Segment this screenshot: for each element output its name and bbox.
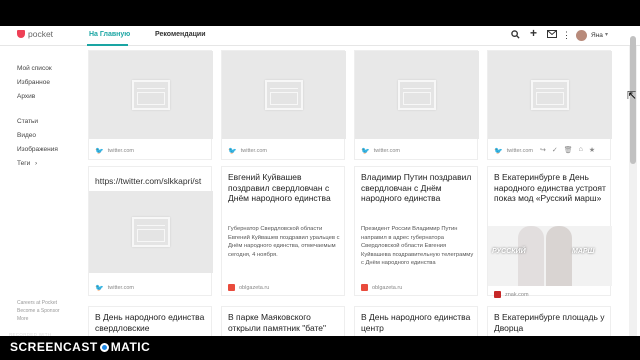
tab-home[interactable]: На Главную: [89, 31, 130, 38]
item-source: 🐦 twitter.com: [494, 148, 534, 155]
poster-figure: [546, 226, 572, 286]
image-placeholder-icon: [398, 80, 436, 110]
chevron-right-icon: ›: [35, 160, 38, 167]
item-source: 🐦 twitter.com: [95, 285, 135, 292]
sidebar: Мой список Избранное Архив Статьи Видео …: [17, 62, 77, 171]
footer-link-careers[interactable]: Careers at Pocket: [17, 299, 60, 307]
sidebar-item-tags[interactable]: Теги ›: [17, 157, 77, 171]
sidebar-item-favorites[interactable]: Избранное: [17, 76, 77, 90]
sidebar-item-videos[interactable]: Видео: [17, 129, 77, 143]
sidebar-item-images[interactable]: Изображения: [17, 143, 77, 157]
tag-icon[interactable]: ⌂: [579, 146, 583, 154]
item-excerpt: Губернатор Свердловской области Евгений …: [228, 226, 340, 258]
item-title: В парке Маяковского открыли памятник "ба…: [228, 312, 327, 333]
item-title: В Екатеринбурге площадь у Дворца: [494, 312, 605, 333]
item-title: https://twitter.com/slkkapri/st: [95, 176, 202, 186]
list-item[interactable]: В парке Маяковского открыли памятник "ба…: [221, 306, 345, 336]
item-title: В Екатеринбурге в День народного единств…: [494, 172, 606, 203]
list-item[interactable]: 🐦 twitter.com ↪ ✓ 🗑 ⌂ ★: [487, 50, 612, 160]
favorite-star-icon[interactable]: ★: [589, 146, 595, 154]
twitter-icon: 🐦: [228, 148, 237, 155]
list-item[interactable]: 🐦 twitter.com: [88, 50, 213, 160]
more-dots-icon[interactable]: ⋮: [562, 30, 571, 40]
twitter-icon: 🐦: [95, 285, 104, 292]
list-item[interactable]: Владимир Путин поздравил свердловчан с Д…: [354, 166, 478, 296]
item-title: Евгений Куйвашев поздравил свердловчан с…: [228, 172, 331, 203]
pocket-app: pocket На Главную Рекомендации + ⋮ Яна ▾…: [0, 26, 640, 336]
thumbnail-placeholder: [488, 51, 612, 139]
inbox-icon[interactable]: [547, 30, 557, 40]
image-placeholder-icon: [132, 217, 170, 247]
pocket-logo[interactable]: pocket: [17, 29, 53, 39]
chevron-down-icon[interactable]: ▾: [605, 31, 608, 38]
image-placeholder-icon: [265, 80, 303, 110]
search-icon[interactable]: [511, 30, 520, 41]
top-bar: pocket На Главную Рекомендации + ⋮ Яна ▾: [0, 26, 640, 46]
sidebar-item-my-list[interactable]: Мой список: [17, 62, 77, 76]
active-tab-indicator: [87, 44, 128, 46]
footer-link-more[interactable]: More: [17, 315, 60, 323]
logo-text: pocket: [28, 29, 54, 39]
item-source: 🐦 twitter.com: [361, 148, 401, 155]
tab-recommendations[interactable]: Рекомендации: [155, 31, 206, 38]
delete-icon[interactable]: 🗑: [564, 146, 573, 154]
list-item[interactable]: https://twitter.com/slkkapri/st 🐦 twitter…: [88, 166, 213, 296]
list-item[interactable]: В Екатеринбурге в День народного единств…: [487, 166, 612, 298]
item-source: 🐦 twitter.com: [95, 148, 135, 155]
item-source: znak.com: [494, 291, 529, 298]
footer-link-sponsor[interactable]: Become a Sponsor: [17, 307, 60, 315]
archive-check-icon[interactable]: ✓: [552, 146, 558, 154]
item-actions: ↪ ✓ 🗑 ⌂ ★: [540, 146, 595, 154]
image-placeholder-icon: [531, 80, 569, 110]
screen: pocket На Главную Рекомендации + ⋮ Яна ▾…: [0, 0, 640, 360]
list-item[interactable]: В День народного единства свердловские: [88, 306, 212, 336]
twitter-icon: 🐦: [95, 148, 104, 155]
source-favicon-icon: [228, 284, 235, 291]
sidebar-item-label: Теги: [17, 160, 31, 167]
source-favicon-icon: [361, 284, 368, 291]
username[interactable]: Яна: [591, 32, 603, 39]
item-source: oblgazeta.ru: [228, 284, 269, 291]
list-item[interactable]: Евгений Куйвашев поздравил свердловчан с…: [221, 166, 345, 296]
pocket-logo-icon: [17, 30, 25, 38]
twitter-icon: 🐦: [494, 148, 503, 155]
screencast-matic-watermark: SCREENCAST MATIC: [10, 340, 151, 354]
item-title: В День народного единства свердловские: [95, 312, 205, 333]
mouse-cursor-icon: ⇱: [627, 90, 637, 102]
watermark-recorded-with: RECORDED WITH: [9, 332, 52, 337]
image-placeholder-icon: [132, 80, 170, 110]
watermark-dot-icon: [99, 343, 109, 353]
sidebar-footer: Careers at Pocket Become a Sponsor More: [17, 299, 60, 323]
avatar[interactable]: [576, 30, 587, 41]
poster-text: РУССКИЙ: [492, 248, 526, 255]
letterbox-top: [0, 0, 640, 26]
sidebar-item-archive[interactable]: Архив: [17, 90, 77, 104]
list-item[interactable]: 🐦 twitter.com: [221, 50, 346, 160]
share-icon[interactable]: ↪: [540, 146, 546, 154]
list-item[interactable]: 🐦 twitter.com: [354, 50, 479, 160]
items-grid: 🐦 twitter.com 🐦 twitter.com 🐦 twitter.com 🐦…: [88, 50, 613, 336]
item-source: 🐦 twitter.com: [228, 148, 268, 155]
item-source: oblgazeta.ru: [361, 284, 402, 291]
add-icon[interactable]: +: [530, 27, 537, 39]
item-title: В День народного единства центр: [361, 312, 471, 333]
thumbnail-placeholder: [222, 51, 346, 139]
sidebar-item-articles[interactable]: Статьи: [17, 115, 77, 129]
item-title: Владимир Путин поздравил свердловчан с Д…: [361, 172, 472, 203]
item-excerpt: Президент России Владимир Путин направил…: [361, 226, 474, 266]
poster-figure: [518, 226, 544, 286]
thumbnail-placeholder: [89, 191, 213, 273]
list-item[interactable]: В Екатеринбурге площадь у Дворца: [487, 306, 611, 336]
thumbnail-placeholder: [89, 51, 213, 139]
poster-text: МАРШ: [572, 248, 595, 255]
twitter-icon: 🐦: [361, 148, 370, 155]
thumbnail-placeholder: [355, 51, 479, 139]
item-image: РУССКИЙ МАРШ: [488, 226, 612, 286]
list-item[interactable]: В День народного единства центр: [354, 306, 478, 336]
source-favicon-icon: [494, 291, 501, 298]
